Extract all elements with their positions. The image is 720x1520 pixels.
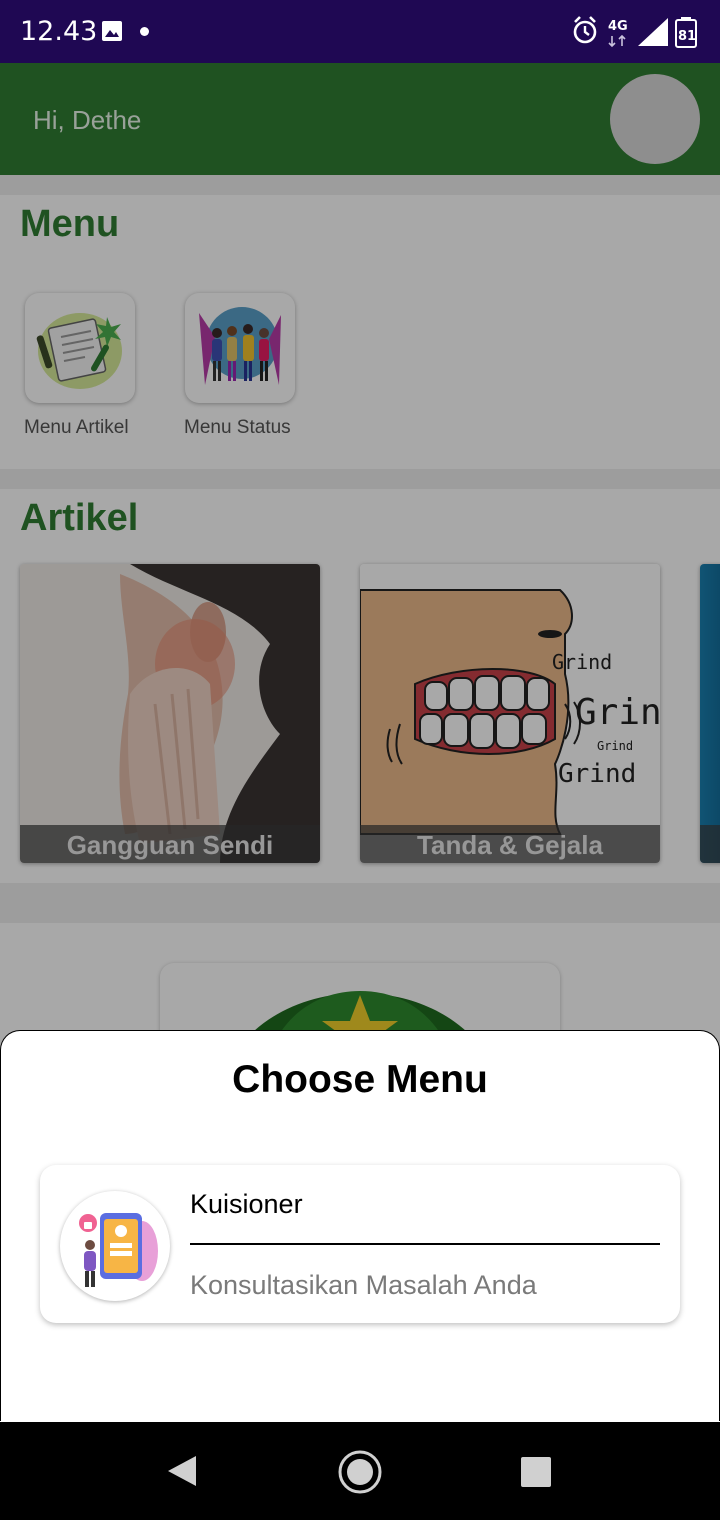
- network-label: 4G: [608, 19, 628, 34]
- notification-dot-icon: [140, 27, 149, 36]
- home-icon[interactable]: [337, 1449, 383, 1495]
- gallery-icon: [102, 21, 122, 41]
- choose-menu-bottom-sheet: Choose Menu Kuisioner Konsultasikan Masa…: [0, 1030, 720, 1421]
- network-4g-icon: 4G: [608, 19, 628, 48]
- item-divider: [190, 1243, 660, 1245]
- sheet-title: Choose Menu: [232, 1058, 488, 1101]
- status-time: 12.43: [20, 16, 98, 47]
- system-nav-bar: [0, 1422, 720, 1520]
- signal-icon: [638, 18, 668, 46]
- back-icon[interactable]: [164, 1453, 200, 1489]
- kuisioner-title: Kuisioner: [190, 1189, 303, 1219]
- questionnaire-phone-icon: [60, 1191, 170, 1301]
- status-bar: 12.43 4G 81: [0, 0, 720, 63]
- battery-level: 81: [678, 29, 696, 44]
- status-icons: 4G 81: [573, 16, 697, 48]
- battery-icon: 81: [675, 17, 697, 48]
- kuisioner-subtitle: Konsultasikan Masalah Anda: [190, 1270, 537, 1300]
- recents-icon[interactable]: [520, 1456, 552, 1488]
- alarm-icon: [573, 16, 597, 44]
- kuisioner-menu-item[interactable]: Kuisioner Konsultasikan Masalah Anda: [40, 1165, 680, 1323]
